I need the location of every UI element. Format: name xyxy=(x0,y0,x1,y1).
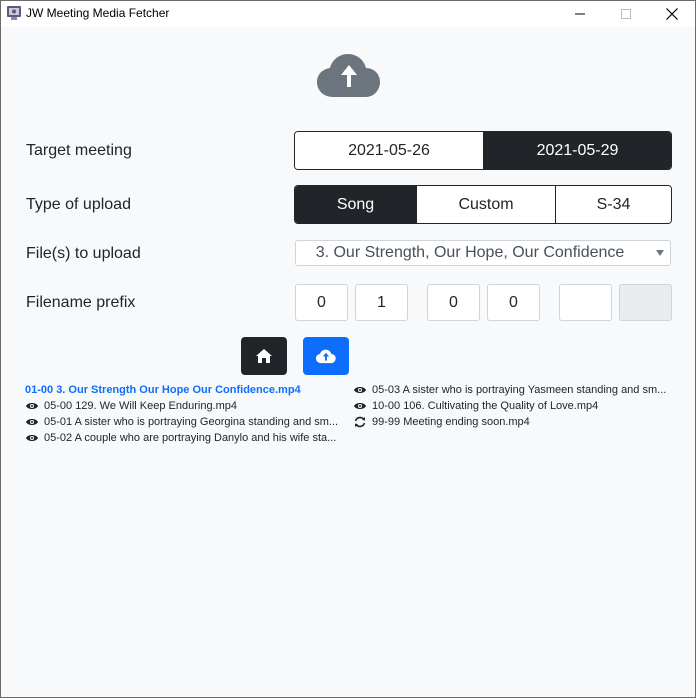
close-button[interactable] xyxy=(649,1,695,27)
file-item[interactable]: 10-00 106. Cultivating the Quality of Lo… xyxy=(353,400,673,412)
upload-type-s34[interactable]: S-34 xyxy=(555,186,671,223)
home-button[interactable] xyxy=(241,337,287,375)
file-select-value: 3. Our Strength, Our Hope, Our Confidenc… xyxy=(315,244,625,261)
eye-icon xyxy=(354,403,366,409)
close-icon xyxy=(666,8,678,20)
upload-type-custom[interactable]: Custom xyxy=(416,186,555,223)
meeting-option-2[interactable]: 2021-05-29 xyxy=(483,132,671,169)
prefix-digit-1[interactable]: 0 xyxy=(295,284,348,321)
prefix-digit-6 xyxy=(619,284,672,321)
prefix-digit-4[interactable]: 0 xyxy=(487,284,540,321)
sync-icon xyxy=(354,416,366,428)
upload-type-label: Type of upload xyxy=(26,196,131,213)
file-item[interactable]: 05-01 A sister who is portraying Georgin… xyxy=(25,416,345,428)
file-item[interactable]: 05-00 129. We Will Keep Enduring.mp4 xyxy=(25,400,345,412)
prefix-digit-5[interactable] xyxy=(559,284,612,321)
file-select[interactable]: 3. Our Strength, Our Hope, Our Confidenc… xyxy=(295,240,671,266)
cloud-upload-icon xyxy=(317,54,380,97)
title-bar: JW Meeting Media Fetcher xyxy=(1,1,695,27)
target-meeting-label: Target meeting xyxy=(26,142,132,159)
minimize-button[interactable] xyxy=(557,1,603,27)
maximize-icon xyxy=(621,9,631,19)
prefix-digit-2[interactable]: 1 xyxy=(355,284,408,321)
eye-icon xyxy=(26,403,38,409)
app-window: JW Meeting Media Fetcher Target meeting … xyxy=(0,0,696,698)
minimize-icon xyxy=(575,13,585,15)
upload-button[interactable] xyxy=(303,337,349,375)
eye-icon xyxy=(26,435,38,441)
prefix-label: Filename prefix xyxy=(26,294,136,311)
prefix-digit-3[interactable]: 0 xyxy=(427,284,480,321)
home-icon xyxy=(256,349,272,363)
eye-icon xyxy=(26,419,38,425)
cloud-upload-icon xyxy=(316,349,336,363)
file-item[interactable]: 99-99 Meeting ending soon.mp4 xyxy=(353,416,673,428)
file-item[interactable]: 05-03 A sister who is portraying Yasmeen… xyxy=(353,384,673,396)
upload-type-song[interactable]: Song xyxy=(295,186,416,223)
eye-icon xyxy=(354,387,366,393)
file-item[interactable]: 01-00 3. Our Strength Our Hope Our Confi… xyxy=(25,384,325,396)
maximize-button[interactable] xyxy=(603,1,649,27)
file-item[interactable]: 05-02 A couple who are portraying Danylo… xyxy=(25,432,345,444)
files-label: File(s) to upload xyxy=(26,245,141,262)
upload-type-selector: Song Custom S-34 xyxy=(294,185,672,224)
window-title: JW Meeting Media Fetcher xyxy=(26,6,170,20)
chevron-down-icon xyxy=(656,250,664,256)
meeting-option-1[interactable]: 2021-05-26 xyxy=(295,132,483,169)
target-meeting-selector: 2021-05-26 2021-05-29 xyxy=(294,131,672,170)
app-icon xyxy=(7,6,21,20)
